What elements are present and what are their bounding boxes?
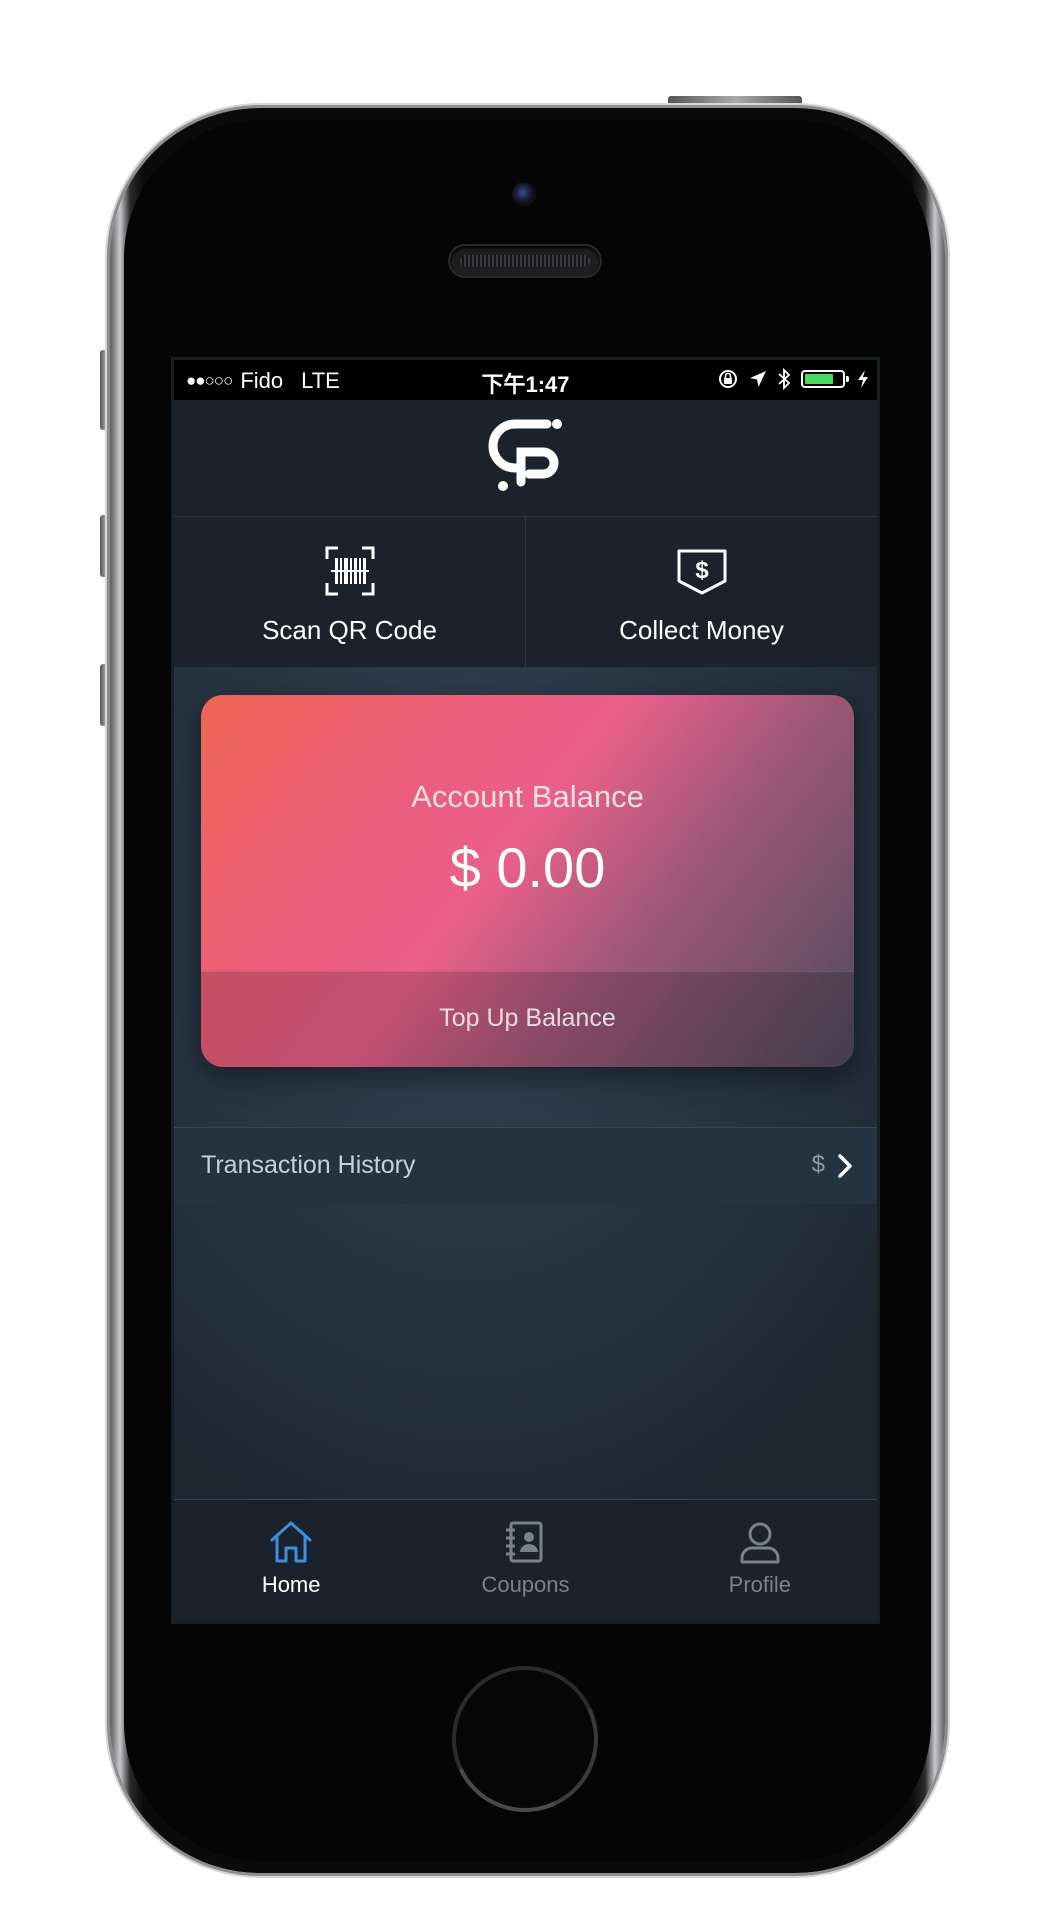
bluetooth-icon <box>778 368 791 390</box>
app-screen: ●●○○○ Fido LTE 下午1:47 Scan QR Code $ Col… <box>171 357 880 1624</box>
scan-qr-button[interactable]: Scan QR Code <box>174 517 525 667</box>
app-header <box>174 400 877 517</box>
balance-amount: $ 0.00 <box>449 836 606 899</box>
tab-profile[interactable]: Profile <box>643 1500 877 1621</box>
collect-money-button[interactable]: $ Collect Money <box>525 517 877 667</box>
battery-icon <box>801 370 849 388</box>
balance-title: Account Balance <box>411 779 644 814</box>
chevron-right-icon <box>838 1154 852 1178</box>
quick-actions: Scan QR Code $ Collect Money <box>174 517 877 667</box>
home-button[interactable] <box>452 1666 598 1812</box>
svg-text:$: $ <box>695 557 709 584</box>
coupons-icon <box>506 1521 543 1563</box>
scan-qr-label: Scan QR Code <box>262 615 437 645</box>
profile-icon <box>740 1522 780 1564</box>
battery-fill <box>805 374 833 384</box>
top-up-button[interactable]: Top Up Balance <box>201 971 854 1067</box>
earpiece-speaker <box>450 246 600 276</box>
tab-profile-label: Profile <box>728 1572 791 1597</box>
tab-home[interactable]: Home <box>174 1500 408 1621</box>
power-button <box>668 96 802 108</box>
front-camera <box>512 182 536 206</box>
orientation-lock-icon <box>719 370 737 388</box>
charging-bolt-icon <box>858 370 868 388</box>
top-up-label: Top Up Balance <box>439 1004 616 1032</box>
status-bar: ●●○○○ Fido LTE 下午1:47 <box>174 360 877 400</box>
collect-money-label: Collect Money <box>619 615 784 645</box>
tab-coupons-label: Coupons <box>481 1572 570 1597</box>
balance-card: Account Balance $ 0.00 Top Up Balance <box>201 695 854 1067</box>
transaction-currency: $ <box>811 1151 825 1178</box>
app-logo-icon <box>488 419 562 491</box>
tab-bar: Home Coupons Profile <box>174 1499 877 1621</box>
main-content: Account Balance $ 0.00 Top Up Balance Tr… <box>174 667 877 1500</box>
transaction-history-row[interactable]: Transaction History $ <box>174 1127 877 1204</box>
barcode-scan-icon <box>325 546 374 596</box>
home-icon <box>270 1521 312 1563</box>
location-arrow-icon <box>750 371 766 387</box>
transaction-history-label: Transaction History <box>201 1151 416 1179</box>
money-shield-icon: $ <box>677 549 726 595</box>
tab-coupons[interactable]: Coupons <box>408 1500 642 1621</box>
tab-home-label: Home <box>261 1572 321 1597</box>
